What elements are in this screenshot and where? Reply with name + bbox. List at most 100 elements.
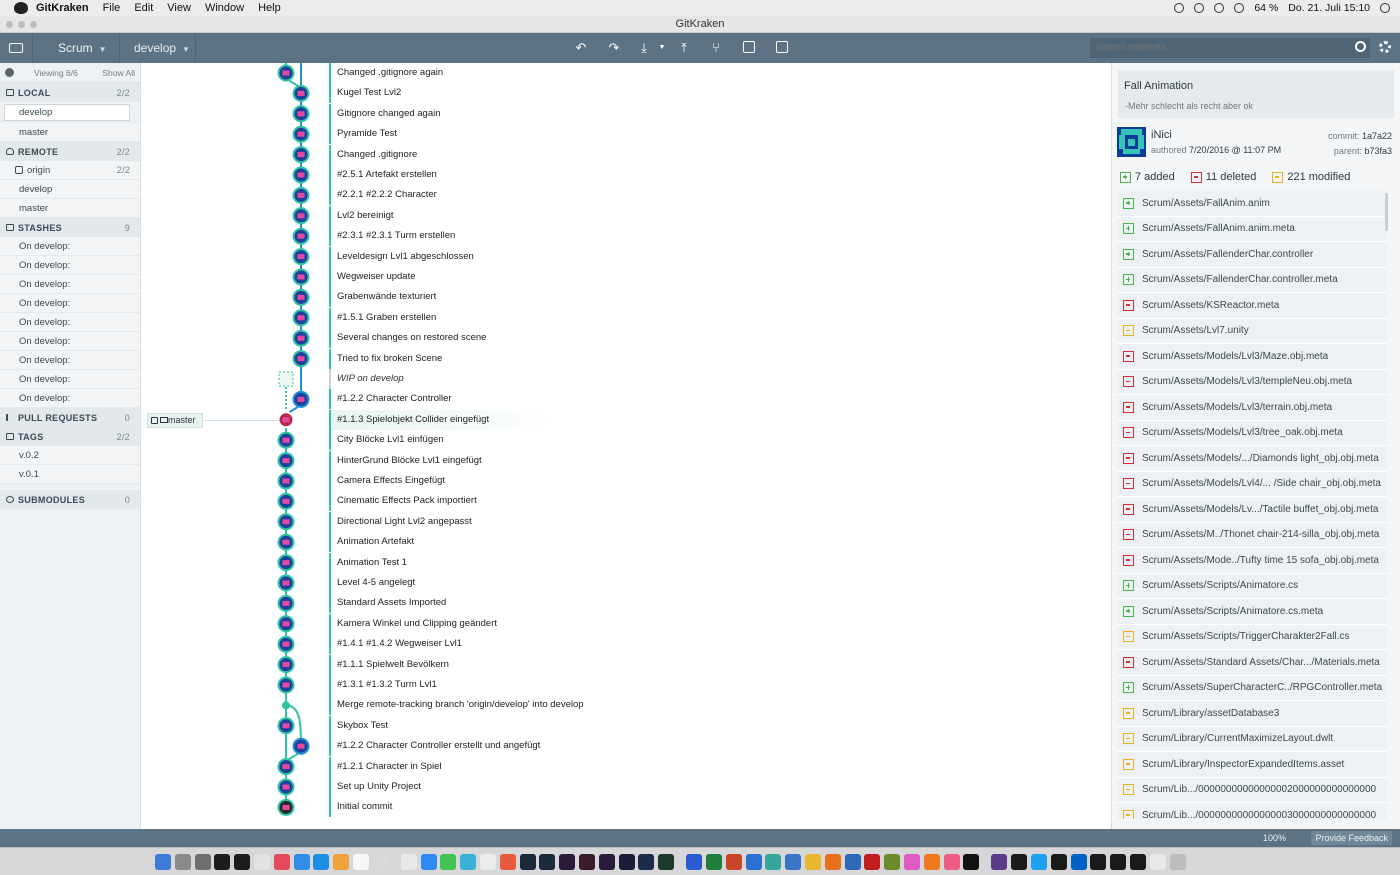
changed-file-row[interactable]: Scrum/Assets/SuperCharacterC../RPGContro…	[1117, 675, 1387, 701]
commit-row[interactable]: Initial commit	[329, 797, 1089, 818]
stash-item[interactable]: On develop:	[0, 313, 140, 332]
changed-file-row[interactable]: Scrum/Assets/Scripts/Animatore.cs	[1117, 573, 1387, 599]
clock[interactable]: Do. 21. Juli 15:10	[1288, 2, 1370, 14]
changed-file-row[interactable]: Scrum/Assets/FallenderChar.controller	[1117, 242, 1387, 268]
remote-branch-develop[interactable]: develop	[0, 180, 140, 199]
changed-file-row[interactable]: Scrum/Assets/Lvl7.unity	[1117, 318, 1387, 344]
commit-message-box[interactable]: Fall Animation -Mehr schlecht als recht …	[1118, 70, 1394, 118]
section-remote[interactable]: REMOTE 2/2	[0, 142, 140, 161]
dock-app-icon[interactable]	[353, 854, 369, 870]
commit-row[interactable]: Cinematic Effects Pack importiert	[329, 491, 1089, 512]
dock-app-icon[interactable]	[440, 854, 457, 870]
dock-app-icon[interactable]	[658, 854, 675, 870]
creative-cloud-icon[interactable]	[1214, 3, 1225, 13]
stash-item[interactable]: On develop:	[0, 256, 140, 275]
dock-app-icon[interactable]	[765, 854, 782, 870]
menu-help[interactable]: Help	[258, 2, 281, 14]
tag-item[interactable]: v.0.2	[0, 446, 140, 465]
dock-app-icon[interactable]	[844, 854, 861, 870]
changed-file-row[interactable]: Scrum/Lib.../000000000000000020000000000…	[1117, 777, 1387, 803]
commit-row[interactable]: #2.5.1 Artefakt erstellen	[329, 165, 1089, 185]
commit-row[interactable]: Kugel Test Lvl2	[329, 83, 1089, 104]
commit-row[interactable]: #2.3.1 #2.3.1 Turm erstellen	[329, 226, 1089, 247]
dock-app-icon[interactable]	[1110, 854, 1127, 870]
dock-app-icon[interactable]	[824, 854, 841, 870]
section-submodules[interactable]: SUBMODULES 0	[0, 490, 140, 509]
changed-file-row[interactable]: Scrum/Assets/FallAnim.anim.meta	[1117, 216, 1387, 242]
changed-file-row[interactable]: Scrum/Lib.../000000000000000030000000000…	[1117, 803, 1387, 819]
stash-item[interactable]: On develop:	[0, 275, 140, 294]
battery-level[interactable]: 64 %	[1254, 2, 1278, 14]
dock-app-icon[interactable]	[234, 854, 251, 870]
changed-file-row[interactable]: Scrum/Library/CurrentMaximizeLayout.dwlt	[1117, 726, 1387, 752]
dock-app-icon[interactable]	[1011, 854, 1028, 870]
commit-row[interactable]: #1.2.2 Character Controller erstellt und…	[329, 736, 1089, 757]
dock-app-icon[interactable]	[1031, 854, 1047, 870]
dock-app-icon[interactable]	[1070, 854, 1087, 870]
undo-icon[interactable]: ↶	[573, 40, 589, 56]
commit-graph[interactable]: Changed .gitignore again Kugel Test Lvl2 G…	[141, 63, 1111, 829]
commit-sha[interactable]: 1a7a22	[1362, 131, 1392, 141]
changed-file-row[interactable]: Scrum/Assets/Models/Lvl3/terrain.obj.met…	[1117, 395, 1387, 421]
dock-app-icon[interactable]	[638, 854, 655, 870]
commit-row[interactable]: WIP on develop	[329, 369, 1089, 389]
dock-app-icon[interactable]	[400, 854, 417, 870]
dock-app-icon[interactable]	[273, 854, 290, 870]
dock-app-icon[interactable]	[805, 854, 821, 870]
commit-row[interactable]: #1.1.3 Spielobjekt Collider eingefügt	[329, 409, 1089, 430]
dock-app-icon[interactable]	[214, 854, 231, 870]
commit-row[interactable]: Kamera Winkel und Clipping geändert	[329, 613, 1089, 634]
menu-file[interactable]: File	[103, 2, 121, 14]
gear-icon[interactable]	[1379, 41, 1391, 53]
dock-app-icon[interactable]	[1050, 854, 1067, 870]
zoom-level[interactable]: 100%	[1263, 829, 1286, 847]
commit-row[interactable]: #1.5.1 Graben erstellen	[329, 307, 1089, 328]
dock-app-icon[interactable]	[293, 854, 310, 870]
stash-item[interactable]: On develop:	[0, 332, 140, 351]
dock-app-icon[interactable]	[519, 854, 536, 870]
push-icon[interactable]: ⤒	[676, 40, 692, 56]
dock-app-icon[interactable]	[333, 854, 350, 870]
changed-file-row[interactable]: Scrum/Assets/Models/.../Diamonds light_o…	[1117, 446, 1387, 472]
commit-row[interactable]: Directional Light Lvl2 angepasst	[329, 511, 1089, 532]
changed-file-row[interactable]: Scrum/Library/assetDatabase3	[1117, 701, 1387, 727]
commit-row[interactable]: Skybox Test	[329, 715, 1089, 736]
commit-row[interactable]: #1.1.1 Spielwelt Bevölkern	[329, 654, 1089, 675]
commit-row[interactable]: Wegweiser update	[329, 267, 1089, 287]
dock-app-icon[interactable]	[194, 854, 211, 870]
commit-row[interactable]: Animation Artefakt	[329, 532, 1089, 553]
minimize-window-button[interactable]	[18, 21, 25, 28]
search-commits-input[interactable]	[1090, 38, 1370, 58]
provide-feedback-button[interactable]: Provide Feedback	[1311, 831, 1392, 845]
changed-file-row[interactable]: Scrum/Assets/Mode../Tufty time 15 sofa_o…	[1117, 548, 1387, 574]
commit-row[interactable]: Pyramide Test	[329, 124, 1089, 145]
dock-app-icon[interactable]	[706, 854, 722, 870]
commit-row[interactable]: Gitignore changed again	[329, 103, 1089, 124]
dock-app-icon[interactable]	[686, 854, 703, 870]
commit-row[interactable]: Grabenwände texturiert	[329, 287, 1089, 308]
stash-item[interactable]: On develop:	[0, 370, 140, 389]
commit-row[interactable]: Changed .gitignore again	[329, 63, 1089, 83]
dock-app-icon[interactable]	[1149, 854, 1166, 870]
stash-item[interactable]: On develop:	[0, 294, 140, 313]
spotlight-icon[interactable]	[1380, 3, 1390, 13]
commit-row[interactable]: Standard Assets Imported	[329, 593, 1089, 614]
close-window-button[interactable]	[6, 21, 13, 28]
dock-app-icon[interactable]	[991, 854, 1008, 870]
dock-app-icon[interactable]	[559, 854, 576, 870]
commit-row[interactable]: #1.2.1 Character in Spiel	[329, 756, 1089, 777]
commit-row[interactable]: #1.2.2 Character Controller	[329, 389, 1089, 410]
status-icon[interactable]	[1174, 3, 1185, 13]
changed-file-row[interactable]: Scrum/Assets/FallenderChar.controller.me…	[1117, 267, 1387, 293]
changed-file-row[interactable]: Scrum/Assets/FallAnim.anim	[1117, 191, 1387, 217]
commit-row[interactable]: #1.4.1 #1.4.2 Wegweiser Lvl1	[329, 634, 1089, 655]
branch-selector[interactable]: develop ▼	[134, 33, 190, 63]
parent-sha[interactable]: b73fa3	[1364, 146, 1392, 156]
dock-app-icon[interactable]	[539, 854, 556, 870]
commit-row[interactable]: Tried to fix broken Scene	[329, 348, 1089, 369]
commit-row[interactable]: Lvl2 bereinigt	[329, 205, 1089, 226]
commit-row[interactable]: Several changes on restored scene	[329, 328, 1089, 349]
commit-row[interactable]: Level 4-5 angelegt	[329, 573, 1089, 593]
stash-item[interactable]: On develop:	[0, 237, 140, 256]
modified-count[interactable]: 221 modified	[1272, 171, 1350, 183]
